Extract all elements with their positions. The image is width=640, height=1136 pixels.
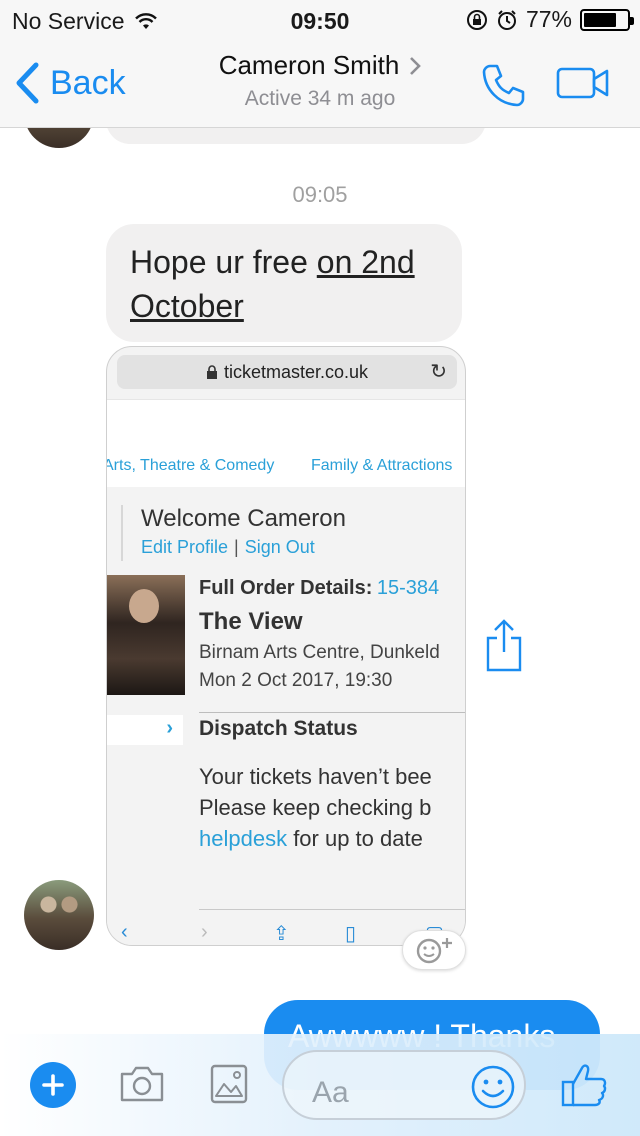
divider xyxy=(199,712,465,713)
message-composer xyxy=(0,1034,640,1136)
share-icon xyxy=(486,619,522,672)
plus-icon xyxy=(42,1074,64,1096)
helpdesk-link: helpdesk xyxy=(199,826,288,851)
avatar[interactable] xyxy=(24,880,94,950)
dispatch-line: Please keep checking b xyxy=(199,795,432,820)
message-timestamp: 09:05 xyxy=(292,182,348,207)
event-title: The View xyxy=(199,608,303,635)
screenshot-category: Arts, Theatre & Comedy xyxy=(106,457,275,474)
smiley-icon xyxy=(471,1065,515,1109)
contact-header[interactable]: Cameron Smith Active 34 m ago xyxy=(0,50,640,111)
screenshot-welcome: Welcome Cameron Edit Profile | Sign Out xyxy=(121,505,461,561)
more-options-button[interactable] xyxy=(30,1062,76,1108)
call-button[interactable] xyxy=(480,62,526,113)
event-thumbnail xyxy=(107,575,185,695)
dispatch-arrow: › xyxy=(107,715,183,745)
dispatch-line: Your tickets haven’t bee xyxy=(199,764,432,789)
screenshot-order-details: Full Order Details: 15-384 The View Birn… xyxy=(199,577,440,692)
screenshot-edit-profile: Edit Profile xyxy=(141,537,229,557)
browser-share-icon: ⇪ xyxy=(273,923,290,945)
battery-level xyxy=(584,12,617,27)
order-number: 15-384 xyxy=(376,577,440,599)
dispatch-line: for up to date xyxy=(287,826,423,851)
status-bar: No Service 09:50 77% xyxy=(0,0,640,40)
dispatch-status-title: Dispatch Status xyxy=(199,717,358,740)
contact-name: Cameron Smith xyxy=(218,50,400,80)
reload-icon: ↻ xyxy=(430,361,447,383)
alarm-icon xyxy=(497,9,516,30)
divider xyxy=(199,909,465,910)
video-call-button[interactable] xyxy=(556,66,610,105)
screenshot-category: Family & Attractions xyxy=(311,457,453,474)
phone-icon xyxy=(482,64,525,107)
gallery-button[interactable] xyxy=(210,1064,248,1109)
conversation-header: Back Cameron Smith Active 34 m ago xyxy=(0,40,640,128)
camera-button[interactable] xyxy=(118,1064,166,1109)
received-message-bubble[interactable]: Hope ur free on 2nd October xyxy=(106,224,462,342)
screenshot-sign-out: Sign Out xyxy=(244,537,315,557)
shared-screenshot-image[interactable]: ticketmaster.co.uk ↻ Arts, Theatre & Com… xyxy=(106,346,466,946)
emoji-button[interactable] xyxy=(470,1064,516,1115)
orientation-lock-icon xyxy=(466,9,487,30)
dispatch-status-text: Your tickets haven’t bee Please keep che… xyxy=(199,761,432,854)
like-button[interactable] xyxy=(560,1062,608,1113)
order-label: Full Order Details: xyxy=(199,577,373,599)
add-reaction-button[interactable] xyxy=(402,930,466,970)
browser-bookmarks-icon: ▯ xyxy=(345,923,357,945)
status-right: 77% xyxy=(466,6,634,33)
event-venue: Birnam Arts Centre, Dunkeld xyxy=(199,642,440,663)
emoji-plus-icon xyxy=(416,938,452,964)
active-status: Active 34 m ago xyxy=(244,87,396,110)
lock-icon xyxy=(206,365,217,379)
browser-forward-icon: › xyxy=(201,921,208,943)
battery-percent: 77% xyxy=(525,6,572,32)
event-date: Mon 2 Oct 2017, 19:30 xyxy=(199,670,393,691)
message-text: Hope ur free xyxy=(130,244,317,280)
chevron-right-icon xyxy=(410,56,422,75)
screenshot-welcome-text: Welcome Cameron xyxy=(141,505,346,532)
browser-back-icon: ‹ xyxy=(121,921,128,943)
screenshot-url: ticketmaster.co.uk xyxy=(223,361,369,382)
thumbs-up-icon xyxy=(561,1064,607,1107)
image-icon xyxy=(210,1064,248,1104)
battery-icon xyxy=(580,8,634,31)
screenshot-url-bar: ticketmaster.co.uk ↻ xyxy=(117,355,457,389)
video-camera-icon xyxy=(556,67,609,99)
screenshot-link-separator: | xyxy=(234,537,239,557)
camera-icon xyxy=(120,1066,164,1102)
share-button[interactable] xyxy=(484,618,524,677)
screenshot-category-row: Arts, Theatre & Comedy Family & Attracti… xyxy=(106,445,465,487)
